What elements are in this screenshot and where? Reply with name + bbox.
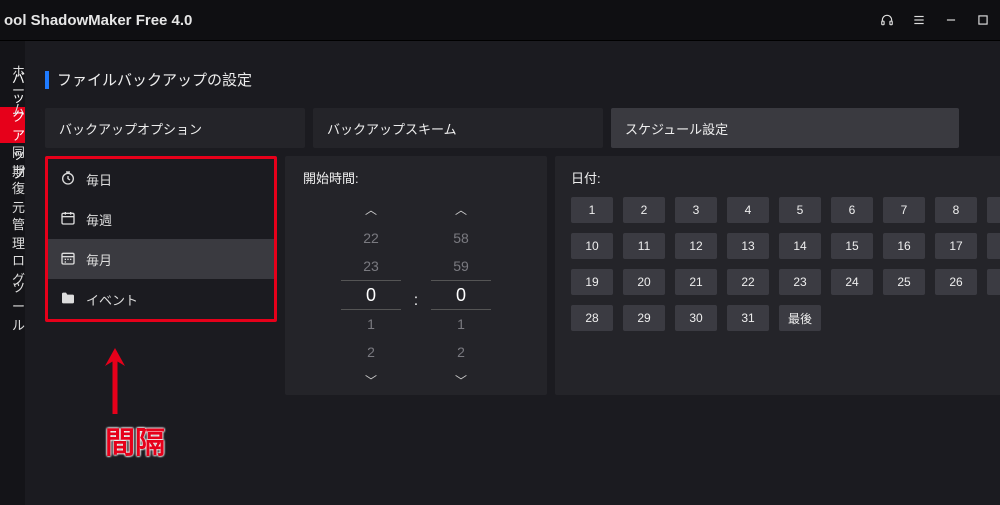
hour-val: 22: [363, 224, 379, 252]
chevron-down-icon[interactable]: ﹀: [365, 366, 377, 395]
sidebar-item[interactable]: バックアップ: [0, 107, 25, 143]
day-button[interactable]: 21: [675, 269, 717, 295]
option-item[interactable]: 毎週: [48, 199, 274, 239]
day-button[interactable]: 29: [623, 305, 665, 331]
start-time-label: 開始時間:: [285, 168, 547, 187]
time-colon: :: [414, 287, 418, 315]
day-button[interactable]: 23: [779, 269, 821, 295]
day-button[interactable]: 16: [883, 233, 925, 259]
tab-scheme[interactable]: バックアップスキーム: [313, 108, 603, 148]
sidebar-item[interactable]: 同期: [0, 143, 25, 179]
day-button[interactable]: 1: [571, 197, 613, 223]
headset-icon[interactable]: [880, 13, 894, 27]
min-val: 59: [453, 252, 469, 280]
day-button[interactable]: 8: [935, 197, 977, 223]
option-label: 毎日: [86, 170, 112, 189]
day-button[interactable]: 22: [727, 269, 769, 295]
minimize-icon[interactable]: [944, 13, 958, 27]
page-title-text: ファイルバックアップの設定: [57, 69, 252, 90]
annotation-text: 間隔: [105, 418, 165, 462]
date-panel: 日付: 123456789101112131415161718192021222…: [555, 156, 1000, 395]
day-button[interactable]: 14: [779, 233, 821, 259]
sidebar-item[interactable]: 復元: [0, 179, 25, 215]
day-button[interactable]: 7: [883, 197, 925, 223]
day-button[interactable]: 11: [623, 233, 665, 259]
date-label: 日付:: [571, 168, 1000, 187]
option-item[interactable]: 毎日: [48, 159, 274, 199]
day-button[interactable]: 9: [987, 197, 1000, 223]
time-panel: 開始時間: ︿ 22 23 0 1 2 ﹀: [285, 156, 547, 395]
day-button[interactable]: 13: [727, 233, 769, 259]
panels-row: 毎日毎週毎月イベント 間隔 開始時間: ︿ 22 23: [45, 156, 1000, 395]
chevron-down-icon[interactable]: ﹀: [455, 366, 467, 395]
app-body: ホームバックアップ同期復元管理ログツール ファイルバックアップの設定 バックアッ…: [0, 41, 1000, 505]
day-button[interactable]: 20: [623, 269, 665, 295]
day-button[interactable]: 27: [987, 269, 1000, 295]
option-item[interactable]: 毎月: [48, 239, 274, 279]
date-grid: 1234567891011121314151617181920212223242…: [571, 197, 1000, 331]
hour-column[interactable]: ︿ 22 23 0 1 2 ﹀: [346, 195, 396, 395]
tab-schedule[interactable]: スケジュール設定: [611, 108, 959, 148]
min-val: 58: [453, 224, 469, 252]
day-button[interactable]: 最後: [779, 305, 821, 331]
cal-week-icon: [60, 210, 76, 229]
option-label: 毎月: [86, 250, 112, 269]
day-button[interactable]: 6: [831, 197, 873, 223]
option-item[interactable]: イベント: [48, 279, 274, 319]
day-button[interactable]: 31: [727, 305, 769, 331]
page-title: ファイルバックアップの設定: [45, 69, 1000, 90]
hour-current: 0: [341, 280, 401, 310]
hour-val: 2: [367, 338, 375, 366]
main-area: ファイルバックアップの設定 バックアップオプション バックアップスキーム スケジ…: [25, 41, 1000, 505]
sidebar-item[interactable]: 管理: [0, 215, 25, 251]
day-button[interactable]: 18: [987, 233, 1000, 259]
sidebar-item[interactable]: ツール: [0, 287, 25, 323]
day-button[interactable]: 25: [883, 269, 925, 295]
cal-month-icon: [60, 250, 76, 269]
folder-icon: [60, 290, 76, 309]
day-button[interactable]: 17: [935, 233, 977, 259]
day-button[interactable]: 12: [675, 233, 717, 259]
sidebar: ホームバックアップ同期復元管理ログツール: [0, 41, 25, 505]
menu-icon[interactable]: [912, 13, 926, 27]
day-button[interactable]: 26: [935, 269, 977, 295]
hour-val: 23: [363, 252, 379, 280]
chevron-up-icon[interactable]: ︿: [455, 195, 467, 224]
titlebar: ool ShadowMaker Free 4.0: [0, 0, 1000, 41]
app-title: ool ShadowMaker Free 4.0: [4, 12, 192, 29]
option-label: イベント: [86, 290, 138, 309]
options-panel: 毎日毎週毎月イベント 間隔: [45, 156, 277, 395]
hour-val: 1: [367, 310, 375, 338]
annotation-arrow: [97, 346, 133, 416]
min-val: 2: [457, 338, 465, 366]
tab-options[interactable]: バックアップオプション: [45, 108, 305, 148]
minute-column[interactable]: ︿ 58 59 0 1 2 ﹀: [436, 195, 486, 395]
app-window: ool ShadowMaker Free 4.0 ホームバックアップ同期復元管理…: [0, 0, 1000, 505]
day-button[interactable]: 2: [623, 197, 665, 223]
day-button[interactable]: 28: [571, 305, 613, 331]
day-button[interactable]: 15: [831, 233, 873, 259]
day-button[interactable]: 4: [727, 197, 769, 223]
chevron-up-icon[interactable]: ︿: [365, 195, 377, 224]
options-highlight-box: 毎日毎週毎月イベント: [45, 156, 277, 322]
min-current: 0: [431, 280, 491, 310]
day-button[interactable]: 10: [571, 233, 613, 259]
clock-icon: [60, 170, 76, 189]
day-button[interactable]: 19: [571, 269, 613, 295]
day-button[interactable]: 3: [675, 197, 717, 223]
tabs: バックアップオプション バックアップスキーム スケジュール設定: [45, 108, 1000, 148]
day-button[interactable]: 24: [831, 269, 873, 295]
min-val: 1: [457, 310, 465, 338]
day-button[interactable]: 30: [675, 305, 717, 331]
maximize-icon[interactable]: [976, 13, 990, 27]
day-button[interactable]: 5: [779, 197, 821, 223]
option-label: 毎週: [86, 210, 112, 229]
titlebar-buttons: [880, 13, 990, 27]
